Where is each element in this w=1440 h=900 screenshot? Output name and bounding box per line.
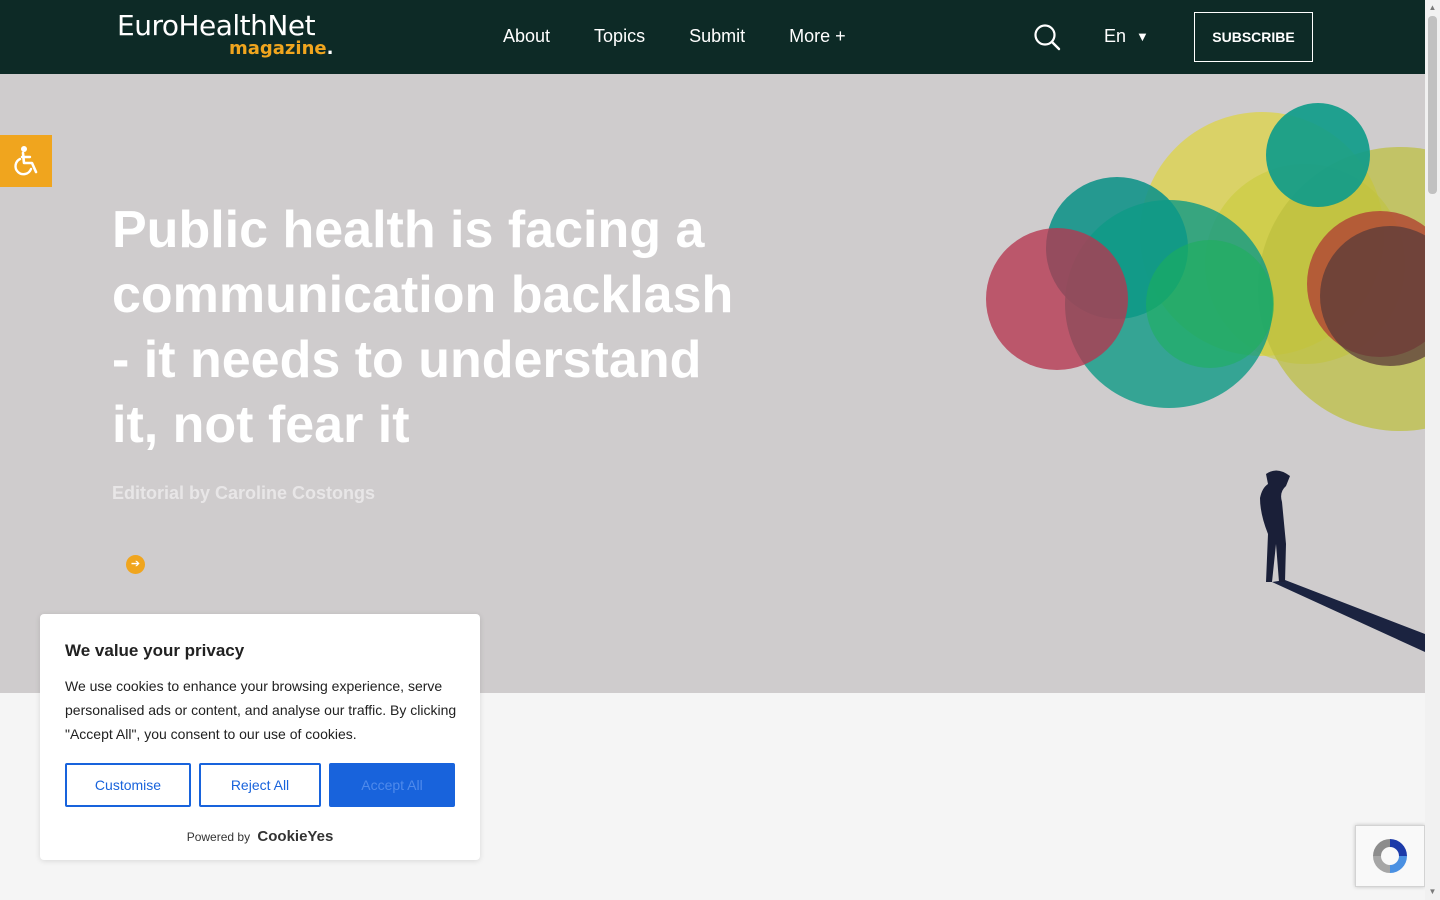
recaptcha-badge[interactable]	[1355, 825, 1425, 887]
hero-title[interactable]: Public health is facing a communication …	[112, 198, 752, 458]
cookie-description: We use cookies to enhance your browsing …	[65, 678, 457, 742]
language-selector[interactable]: En ▼	[1104, 26, 1149, 47]
cookieyes-logo[interactable]: CookieYes	[257, 828, 333, 845]
nav-submit[interactable]: Submit	[689, 26, 745, 47]
accessibility-button[interactable]	[0, 135, 52, 187]
site-header: EuroHealthNet magazine. About Topics Sub…	[0, 0, 1425, 74]
powered-by-label: Powered by	[186, 830, 251, 844]
hero-subtitle: Editorial by Caroline Costongs	[112, 483, 376, 503]
hero-banner: Public health is facing a communication …	[0, 74, 1425, 693]
subscribe-button[interactable]: SUBSCRIBE	[1194, 12, 1313, 62]
cookie-title: We value your privacy	[65, 641, 245, 660]
caret-down-icon: ▼	[1136, 29, 1149, 44]
nav-topics[interactable]: Topics	[594, 26, 645, 47]
scrollbar-thumb[interactable]	[1428, 16, 1437, 194]
logo-sub-word: magazine	[229, 38, 327, 59]
scroll-up-arrow-icon[interactable]: ▲	[1425, 0, 1440, 15]
customise-button[interactable]: Customise	[65, 763, 191, 807]
cookie-consent-banner: We value your privacy We use cookies to …	[40, 614, 480, 860]
recaptcha-icon	[1373, 839, 1407, 873]
accept-all-button[interactable]: Accept All	[329, 763, 455, 807]
nav-more[interactable]: More +	[789, 26, 846, 47]
scroll-down-arrow-icon[interactable]: ▼	[1425, 884, 1440, 899]
arrow-right-icon[interactable]: ➔	[126, 555, 145, 574]
nav-about[interactable]: About	[503, 26, 550, 47]
page-scrollbar[interactable]: ▲ ▼	[1425, 0, 1440, 900]
search-icon[interactable]	[1033, 23, 1061, 51]
language-label: En	[1104, 26, 1127, 46]
cookie-powered-by: Powered by CookieYes	[40, 828, 480, 845]
logo-sub-text: magazine.	[229, 40, 333, 58]
wheelchair-icon	[14, 146, 38, 176]
logo-dot: .	[326, 38, 334, 59]
site-logo[interactable]: EuroHealthNet magazine.	[117, 12, 333, 58]
reject-all-button[interactable]: Reject All	[199, 763, 321, 807]
main-nav: About Topics Submit More +	[503, 26, 846, 47]
